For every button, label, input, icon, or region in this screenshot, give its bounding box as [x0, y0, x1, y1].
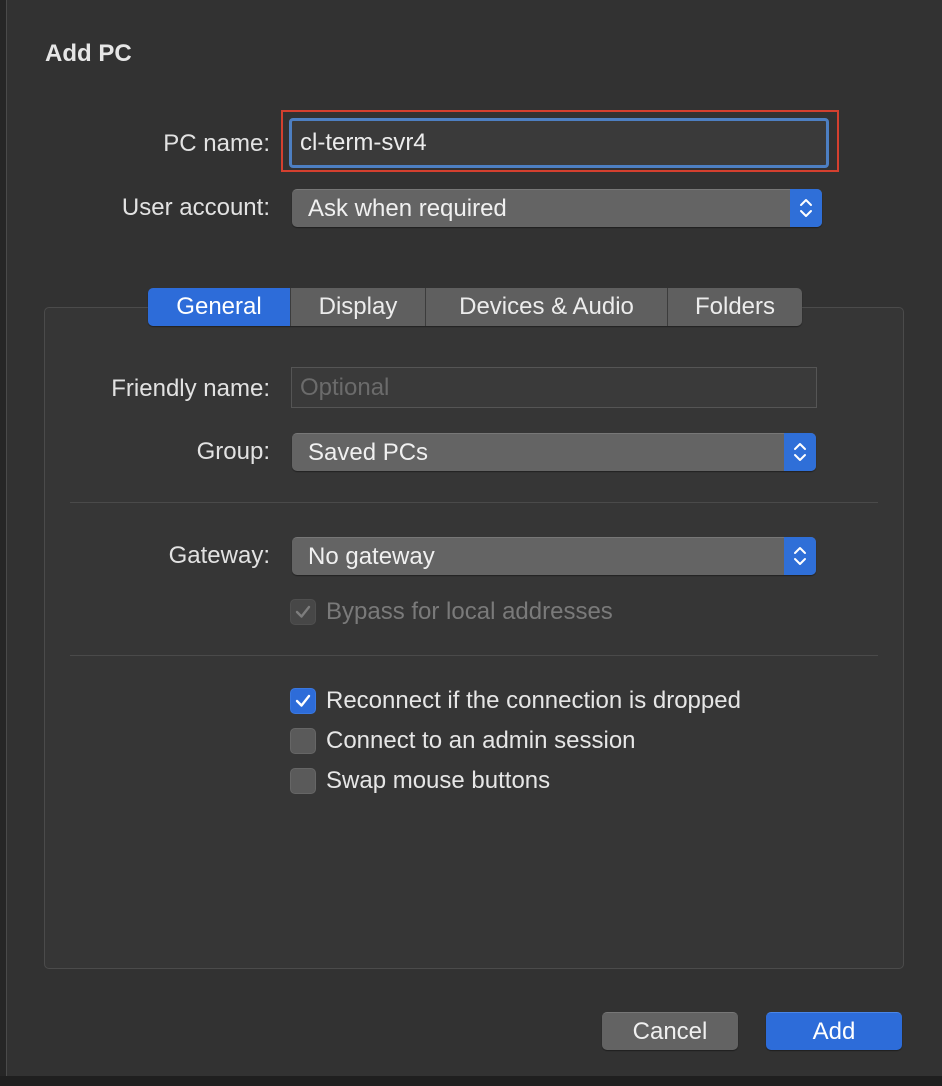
gateway-select[interactable]: No gateway: [292, 537, 816, 575]
cancel-button[interactable]: Cancel: [602, 1012, 738, 1050]
background-window-bottom: [0, 1076, 942, 1086]
tab-display[interactable]: Display: [290, 288, 425, 326]
user-account-label: User account:: [121, 194, 270, 221]
divider: [70, 502, 878, 503]
friendly-name-label: Friendly name:: [111, 375, 270, 402]
divider: [70, 655, 878, 656]
gateway-value: No gateway: [308, 543, 435, 570]
chevron-updown-icon: [784, 433, 816, 471]
reconnect-label[interactable]: Reconnect if the connection is dropped: [326, 687, 741, 715]
pc-name-input[interactable]: [289, 118, 829, 168]
reconnect-checkbox[interactable]: [290, 688, 316, 714]
admin-session-checkbox[interactable]: [290, 728, 316, 754]
tab-bar: General Display Devices & Audio Folders: [148, 288, 802, 326]
bypass-local-row: Bypass for local addresses: [290, 597, 613, 627]
swap-mouse-checkbox[interactable]: [290, 768, 316, 794]
tab-general[interactable]: General: [148, 288, 290, 326]
dialog-title: Add PC: [45, 40, 132, 67]
group-select[interactable]: Saved PCs: [292, 433, 816, 471]
swap-mouse-row[interactable]: Swap mouse buttons: [290, 766, 550, 796]
swap-mouse-label[interactable]: Swap mouse buttons: [326, 767, 550, 795]
user-account-value: Ask when required: [308, 195, 507, 222]
pc-name-label: PC name:: [163, 130, 270, 157]
bypass-local-label: Bypass for local addresses: [326, 598, 613, 625]
group-label: Group:: [196, 438, 270, 465]
add-button[interactable]: Add: [766, 1012, 902, 1050]
gateway-label: Gateway:: [168, 542, 270, 569]
group-value: Saved PCs: [308, 439, 429, 466]
admin-session-label[interactable]: Connect to an admin session: [326, 727, 636, 755]
bypass-local-checkbox: [290, 599, 316, 625]
chevron-updown-icon: [784, 537, 816, 575]
reconnect-row[interactable]: Reconnect if the connection is dropped: [290, 686, 741, 716]
user-account-select[interactable]: Ask when required: [292, 189, 822, 227]
tab-devices-audio[interactable]: Devices & Audio: [425, 288, 667, 326]
friendly-name-input[interactable]: [291, 367, 817, 408]
tab-folders[interactable]: Folders: [667, 288, 802, 326]
chevron-updown-icon: [790, 189, 822, 227]
admin-session-row[interactable]: Connect to an admin session: [290, 726, 636, 756]
